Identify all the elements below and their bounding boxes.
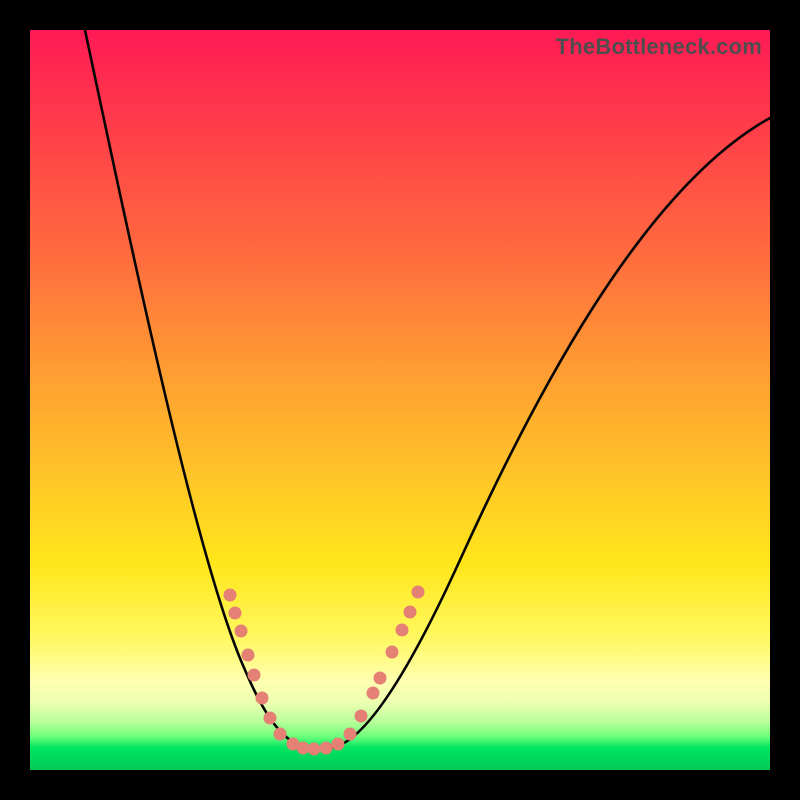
data-marker [412, 586, 425, 599]
data-marker [355, 710, 368, 723]
data-marker [386, 646, 399, 659]
data-marker [242, 649, 255, 662]
data-marker [332, 738, 345, 751]
data-marker [274, 728, 287, 741]
plot-area: TheBottleneck.com [30, 30, 770, 770]
bottleneck-curve-svg [30, 30, 770, 770]
data-markers [224, 586, 425, 756]
data-marker [374, 672, 387, 685]
data-marker [229, 607, 242, 620]
data-marker [320, 742, 333, 755]
data-marker [256, 692, 269, 705]
data-marker [248, 669, 261, 682]
data-marker [308, 743, 321, 756]
data-marker [224, 589, 237, 602]
data-marker [367, 687, 380, 700]
bottleneck-curve [85, 30, 770, 749]
chart-frame: TheBottleneck.com [0, 0, 800, 800]
data-marker [235, 625, 248, 638]
data-marker [297, 742, 310, 755]
data-marker [396, 624, 409, 637]
data-marker [404, 606, 417, 619]
data-marker [344, 728, 357, 741]
data-marker [264, 712, 277, 725]
